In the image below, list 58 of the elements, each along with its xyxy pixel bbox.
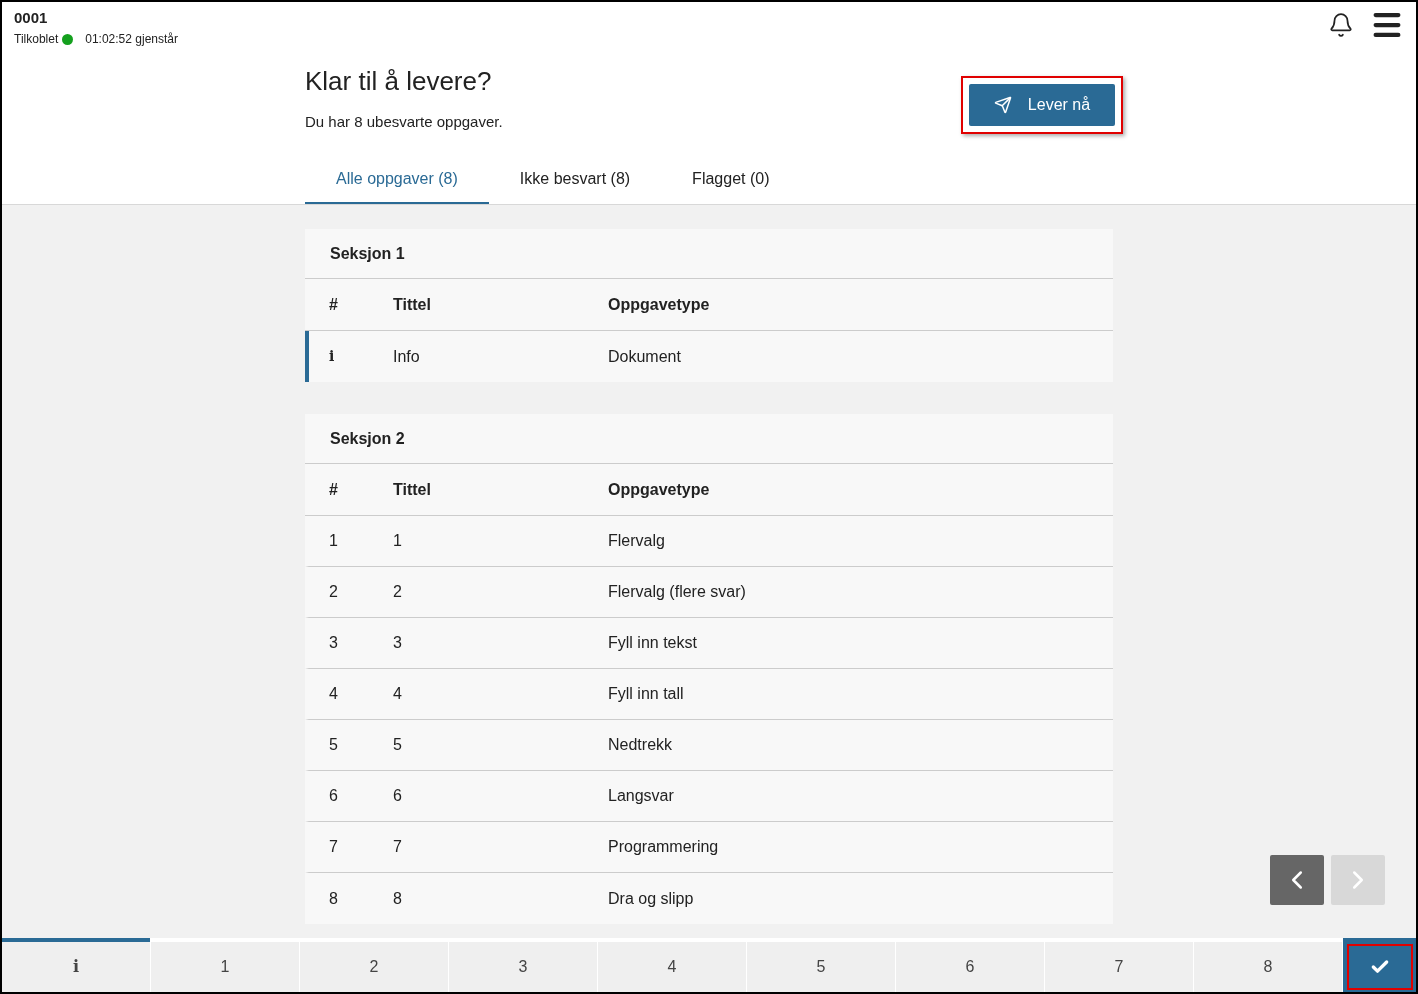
table-cell-text: Fyll inn tekst (608, 633, 697, 653)
table-row[interactable]: 2 2 Flervalg (flere svar) (305, 567, 1113, 618)
table-cell-text: Dra og slipp (608, 888, 694, 909)
column-header: Tittel (393, 479, 432, 500)
table-cell-text: 7 (328, 837, 339, 857)
candidate-id: 0001 (14, 10, 49, 26)
table-cell-text: 4 (328, 684, 339, 704)
table-cell-text: 1 (393, 531, 403, 551)
section-title: Seksjon 2 (305, 414, 1113, 464)
submit-button[interactable]: Lever nå (969, 84, 1115, 126)
table-row[interactable]: 5 5 Nedtrekk (305, 720, 1113, 771)
table-row[interactable]: i Info Dokument (305, 331, 1113, 382)
column-header: Oppgavetype (608, 294, 710, 315)
previous-button[interactable] (1270, 855, 1324, 905)
finish-button[interactable] (1346, 944, 1413, 990)
table-cell-text: Dokument (608, 346, 681, 367)
table-cell-text: 8 (393, 888, 403, 909)
column-header: Tittel (393, 294, 432, 315)
time-remaining: 01:02:52 gjenstår (85, 31, 178, 48)
table-cell-text: 3 (393, 633, 403, 653)
table-row[interactable]: 1 1 Flervalg (305, 516, 1113, 567)
table-cell-text: 6 (328, 786, 339, 806)
section-title: Seksjon 1 (305, 229, 1113, 279)
table-cell-text: 1 (328, 531, 339, 551)
connection-status: Tilkoblet (14, 31, 59, 48)
table-cell-text: 7 (393, 837, 403, 857)
table-cell-text: 3 (328, 633, 339, 653)
table-cell-text: 2 (328, 582, 339, 602)
table-cell-text: Flervalg (608, 531, 665, 551)
table-cell-text: Info (393, 346, 421, 367)
tab[interactable]: Alle oppgaver (8) (305, 156, 489, 204)
paper-plane-icon (993, 96, 1012, 114)
tab[interactable]: Ikke besvart (8) (488, 156, 662, 204)
column-header: # (328, 294, 339, 315)
table-row[interactable]: 3 3 Fyll inn tekst (305, 618, 1113, 669)
table-cell-text: 4 (393, 684, 403, 704)
table-cell-text: Langsvar (608, 786, 674, 806)
table-cell-text: 5 (393, 735, 403, 755)
info-glyph: i (328, 347, 336, 366)
table-cell-text: 8 (328, 888, 339, 909)
table-cell-text: 6 (393, 786, 403, 806)
page-title: Klar til å levere? (305, 65, 493, 98)
question-nav-button[interactable]: i (2, 938, 150, 992)
page-subtitle: Du har 8 ubesvarte oppgaver. (305, 112, 503, 132)
table-cell-text: Flervalg (flere svar) (608, 582, 746, 602)
bell-icon[interactable] (1328, 12, 1354, 38)
table-row[interactable]: 4 4 Fyll inn tall (305, 669, 1113, 720)
column-header: Oppgavetype (608, 479, 710, 500)
table-cell-text: Fyll inn tall (608, 684, 684, 704)
table-cell-text: Programmering (608, 837, 719, 857)
table-row[interactable]: 6 6 Langsvar (305, 771, 1113, 822)
table-row[interactable]: 7 7 Programmering (305, 822, 1113, 873)
table-cell-text: Nedtrekk (608, 735, 673, 755)
column-header: # (328, 479, 339, 500)
tab[interactable]: Flagget (0) (661, 156, 801, 204)
table-row[interactable]: 8 8 Dra og slipp (305, 873, 1113, 924)
table-cell-text: 2 (393, 582, 403, 602)
table-cell-text: 5 (328, 735, 339, 755)
